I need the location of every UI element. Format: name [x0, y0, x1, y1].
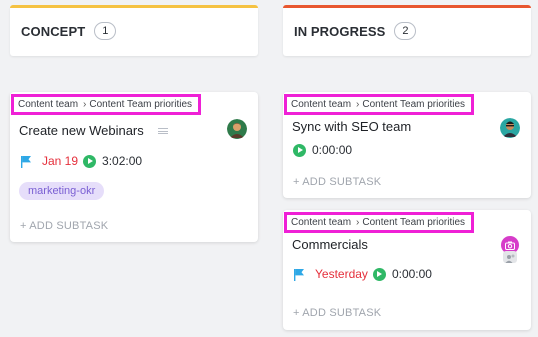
chevron-right-icon: ›: [83, 99, 87, 110]
task-count-badge: 2: [394, 22, 417, 40]
assignee-avatar[interactable]: [500, 118, 520, 138]
time-tracked[interactable]: 0:00:00: [392, 267, 432, 281]
task-meta-row: Yesterday 0:00:00: [293, 267, 432, 281]
task-card-create-webinars[interactable]: Content team › Content Team priorities C…: [10, 92, 258, 242]
column-title: IN PROGRESS: [294, 23, 386, 39]
column-header-concept[interactable]: CONCEPT 1: [10, 5, 258, 56]
time-tracked[interactable]: 0:00:00: [312, 143, 352, 157]
task-title[interactable]: Create new Webinars: [19, 123, 144, 138]
add-subtask-button[interactable]: + ADD SUBTASK: [20, 220, 108, 232]
column-header-in-progress[interactable]: IN PROGRESS 2: [283, 5, 531, 56]
breadcrumb-space[interactable]: Content team: [291, 99, 351, 110]
column-in-progress: IN PROGRESS 2: [283, 0, 531, 56]
play-timer-icon[interactable]: [293, 143, 306, 157]
breadcrumb-list[interactable]: Content Team priorities: [362, 217, 465, 228]
chevron-right-icon: ›: [356, 217, 360, 228]
watchers-icon[interactable]: [503, 251, 517, 263]
column-title: CONCEPT: [21, 23, 86, 39]
priority-flag-icon[interactable]: [293, 268, 305, 281]
breadcrumb-space[interactable]: Content team: [291, 217, 351, 228]
task-title[interactable]: Sync with SEO team: [292, 119, 411, 134]
priority-flag-icon[interactable]: [20, 155, 32, 168]
task-title[interactable]: Commercials: [292, 237, 368, 252]
breadcrumb[interactable]: Content team › Content Team priorities: [284, 212, 475, 233]
breadcrumb[interactable]: Content team › Content Team priorities: [11, 94, 202, 115]
task-card-sync-seo[interactable]: Content team › Content Team priorities S…: [283, 92, 531, 198]
task-card-commercials[interactable]: Content team › Content Team priorities C…: [283, 210, 531, 330]
breadcrumb[interactable]: Content team › Content Team priorities: [284, 94, 475, 115]
breadcrumb-space[interactable]: Content team: [18, 99, 78, 110]
tag-marketing-okr[interactable]: marketing-okr: [19, 182, 105, 200]
due-date[interactable]: Yesterday: [315, 267, 368, 281]
status-color-bar: [10, 5, 258, 8]
assignee-avatar[interactable]: [227, 119, 247, 139]
description-icon: [158, 128, 168, 134]
status-color-bar: [283, 5, 531, 8]
play-timer-icon[interactable]: [83, 154, 97, 168]
task-meta-row: 0:00:00: [293, 143, 352, 157]
chevron-right-icon: ›: [356, 99, 360, 110]
play-timer-icon[interactable]: [372, 267, 386, 281]
add-subtask-button[interactable]: + ADD SUBTASK: [293, 307, 381, 319]
time-tracked[interactable]: 3:02:00: [102, 154, 142, 168]
breadcrumb-list[interactable]: Content Team priorities: [89, 99, 192, 110]
task-meta-row: Jan 19 3:02:00: [20, 154, 142, 168]
breadcrumb-list[interactable]: Content Team priorities: [362, 99, 465, 110]
due-date[interactable]: Jan 19: [42, 154, 78, 168]
task-count-badge: 1: [94, 22, 117, 40]
column-concept: CONCEPT 1: [10, 0, 258, 56]
add-subtask-button[interactable]: + ADD SUBTASK: [293, 176, 381, 188]
